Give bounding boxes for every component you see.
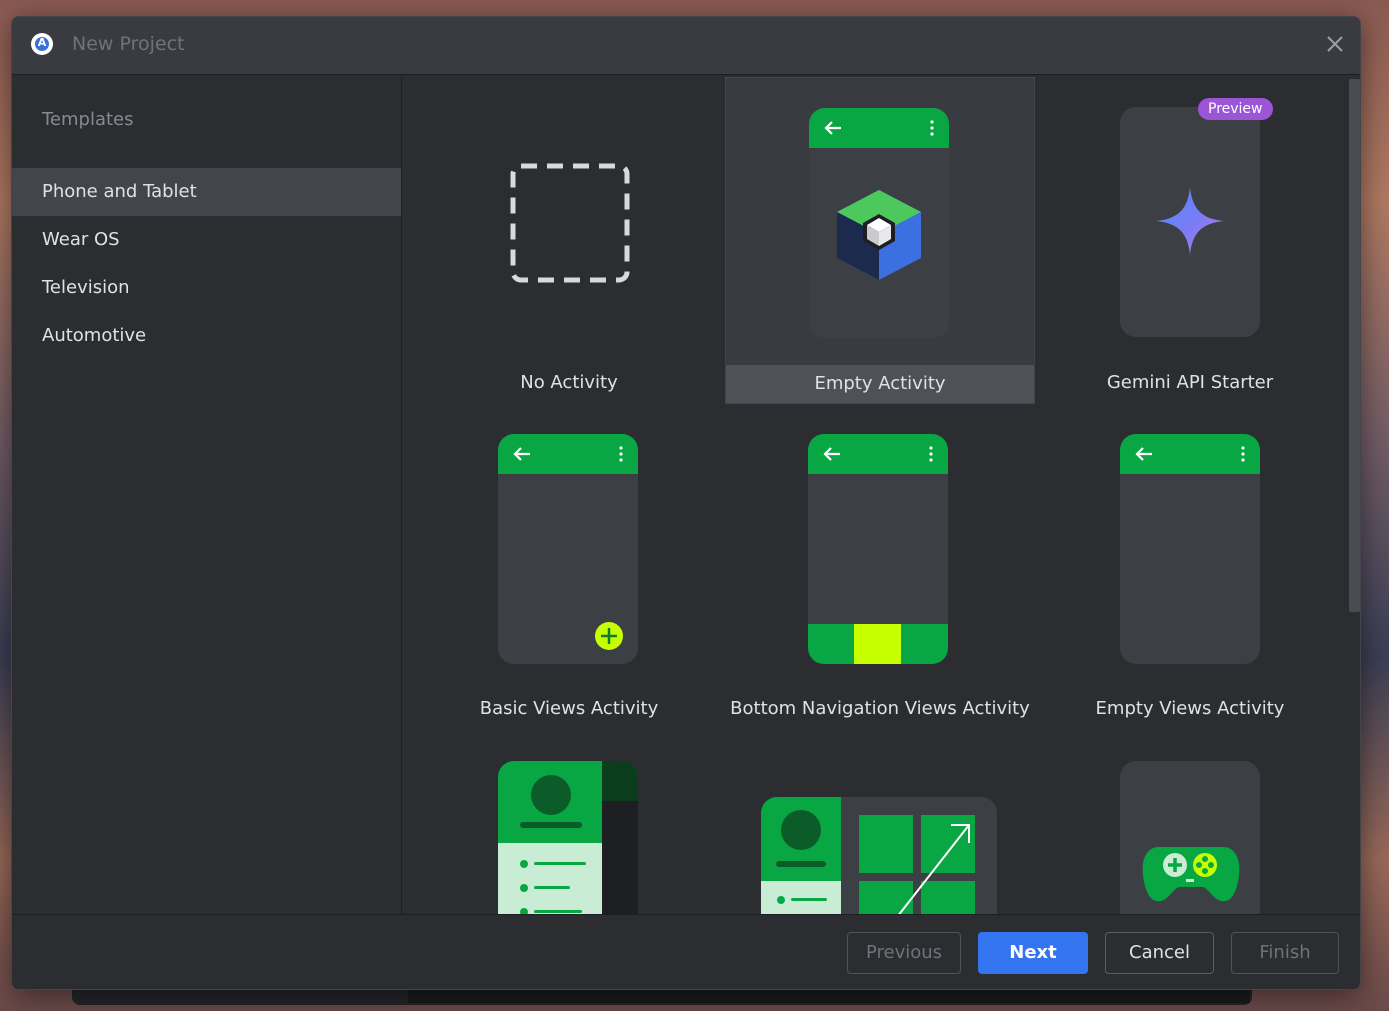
window-title: New Project [72,33,185,55]
sidebar-item-automotive[interactable]: Automotive [12,312,401,360]
selected-nav-item [854,624,901,664]
finish-button[interactable]: Finish [1231,932,1339,974]
avatar [531,775,571,815]
template-label: No Activity [520,372,618,393]
phone-preview [498,434,638,664]
dashed-square-icon [510,163,630,283]
sidebar-item-television[interactable]: Television [12,264,401,312]
previous-button[interactable]: Previous [847,932,961,974]
template-game-activity[interactable] [1035,731,1345,914]
drawer-header [498,761,602,843]
compose-cube-icon [837,190,921,280]
template-responsive-views-activity[interactable] [725,731,1035,914]
template-label: Empty Views Activity [1095,698,1285,719]
gemini-sparkle-icon [1156,187,1224,255]
overflow-menu-icon [619,446,623,462]
template-basic-views-activity[interactable]: Basic Views Activity [414,404,724,731]
template-no-activity[interactable]: No Activity [414,77,724,404]
phone-preview [808,434,948,664]
template-empty-views-activity[interactable]: Empty Views Activity [1035,404,1345,731]
phone-preview [498,761,638,914]
overflow-menu-icon [930,120,934,136]
scrollbar-thumb[interactable] [1349,79,1360,612]
template-label: Basic Views Activity [479,698,659,719]
phone-preview [809,108,949,338]
back-arrow-icon [824,121,841,135]
overflow-menu-icon [929,446,933,462]
tablet-preview [761,797,997,914]
phone-preview [1120,761,1260,914]
template-label: Empty Activity [726,365,1034,403]
templates-sidebar: Templates Phone and Tablet Wear OS Telev… [12,76,402,914]
app-bar [1120,434,1260,474]
back-arrow-icon [513,447,530,461]
android-studio-icon: A [31,33,53,55]
template-label: Gemini API Starter [1106,372,1274,393]
overflow-menu-icon [1241,446,1245,462]
grid-chart-icon [859,815,975,914]
template-empty-activity[interactable]: Empty Activity [725,77,1035,404]
template-navigation-drawer-views-activity[interactable] [414,731,724,914]
preview-badge: Preview [1198,98,1273,120]
cancel-button[interactable]: Cancel [1105,932,1214,974]
bottom-navigation-bar [808,624,948,664]
app-bar [808,434,948,474]
sidebar-heading: Templates [42,109,134,130]
dialog-footer: Previous Next Cancel Finish [12,914,1360,989]
close-icon[interactable] [1322,31,1348,57]
gamepad-icon [1142,847,1240,902]
back-arrow-icon [823,447,840,461]
phone-preview [1120,107,1260,337]
sidebar-item-wear-os[interactable]: Wear OS [12,216,401,264]
back-arrow-icon [1135,447,1152,461]
template-label: Bottom Navigation Views Activity [730,698,1030,719]
category-list: Phone and Tablet Wear OS Television Auto… [12,168,401,360]
new-project-dialog: A New Project Templates Phone and Tablet… [11,16,1361,990]
template-bottom-navigation-views-activity[interactable]: Bottom Navigation Views Activity [725,404,1035,731]
app-bar [809,108,949,148]
template-gemini-api-starter[interactable]: Preview Gemini API Starter [1035,77,1345,404]
fab-add-icon [595,622,623,650]
avatar [781,810,821,850]
phone-preview [1120,434,1260,664]
sidebar-item-phone-and-tablet[interactable]: Phone and Tablet [12,168,401,216]
gallery-scrollbar[interactable] [1349,77,1360,913]
template-gallery: No Activity Empty Activity Preview Gemin… [403,76,1349,914]
drawer-menu [498,843,602,914]
title-bar: A New Project [12,17,1360,75]
next-button[interactable]: Next [978,932,1088,974]
app-bar [498,434,638,474]
